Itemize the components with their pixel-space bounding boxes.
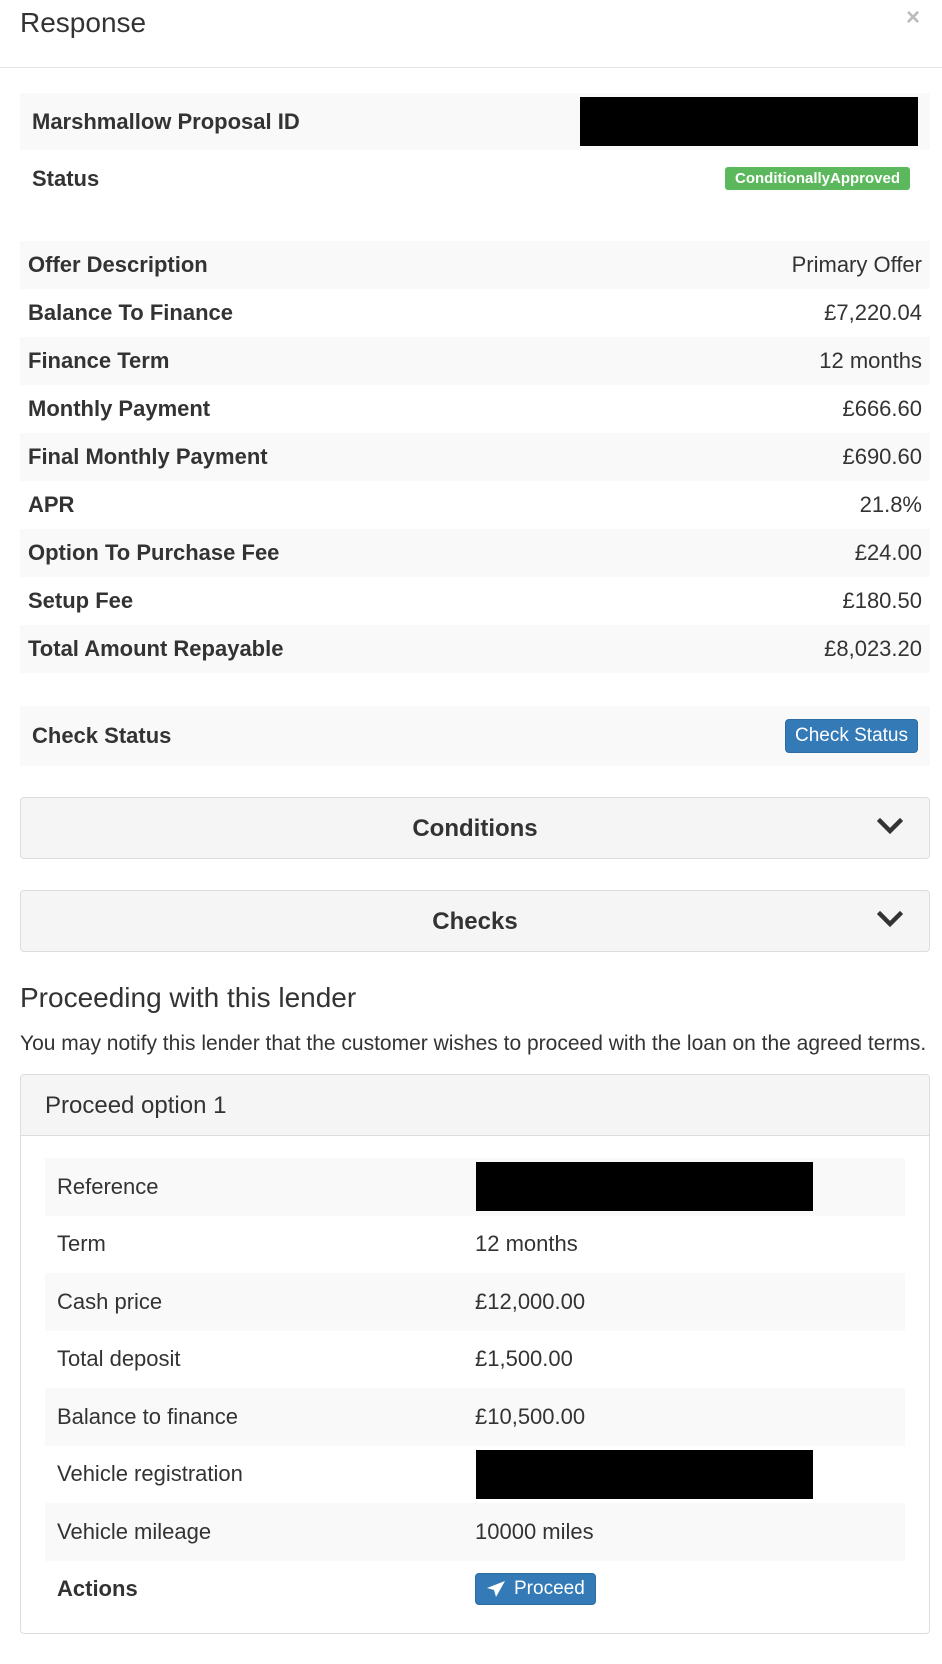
- term-label: Term: [57, 1231, 106, 1257]
- offer-row: Finance Term 12 months: [20, 337, 930, 385]
- cash-price-value: £12,000.00: [475, 1288, 586, 1314]
- vehicle-mileage-label: Vehicle mileage: [57, 1518, 212, 1544]
- chevron-down-icon: [877, 910, 903, 928]
- offer-value: £7,220.04: [824, 300, 922, 325]
- offer-label: Setup Fee: [28, 588, 134, 613]
- proposal-id-row: Marshmallow Proposal ID: [20, 93, 930, 150]
- offer-label: Balance To Finance: [28, 300, 233, 325]
- offer-row: Balance To Finance £7,220.04: [20, 289, 930, 337]
- proposal-table: Marshmallow Proposal ID Status Condition…: [20, 93, 930, 207]
- term-value: 12 months: [475, 1231, 578, 1257]
- reference-label: Reference: [57, 1173, 159, 1199]
- conditions-panel-toggle[interactable]: Conditions: [20, 797, 930, 859]
- table-row: Cash price £12,000.00: [45, 1273, 905, 1331]
- offer-label: Finance Term: [28, 348, 170, 373]
- vehicle-registration-label: Vehicle registration: [57, 1461, 243, 1487]
- offer-label: Monthly Payment: [28, 396, 211, 421]
- check-status-label: Check Status: [32, 723, 172, 748]
- offer-value: £690.60: [842, 444, 922, 469]
- offer-value: Primary Offer: [791, 252, 922, 277]
- proceeding-description: You may notify this lender that the cust…: [20, 1032, 927, 1055]
- paper-plane-icon: [487, 1581, 505, 1598]
- table-row: Vehicle registration: [45, 1446, 905, 1504]
- offer-row: Option To Purchase Fee £24.00: [20, 529, 930, 577]
- offer-value: £666.60: [842, 396, 922, 421]
- offer-row: Offer Description Primary Offer: [20, 241, 930, 289]
- balance-to-finance-label: Balance to finance: [57, 1403, 239, 1429]
- offer-label: Option To Purchase Fee: [28, 540, 280, 565]
- offer-value: £180.50: [842, 588, 922, 613]
- offer-row: Final Monthly Payment £690.60: [20, 433, 930, 481]
- checks-panel-toggle[interactable]: Checks: [20, 890, 930, 952]
- proceed-option-table: Reference Term 12 months Cash price £12,…: [21, 1136, 929, 1618]
- total-deposit-value: £1,500.00: [475, 1346, 573, 1372]
- table-row: Reference: [45, 1158, 905, 1216]
- redacted-reference: [476, 1162, 813, 1212]
- proceeding-heading: Proceeding with this lender: [20, 982, 357, 1013]
- status-row: Status ConditionallyApproved: [20, 150, 930, 207]
- check-status-button[interactable]: Check Status: [785, 719, 918, 753]
- close-icon[interactable]: ×: [906, 6, 920, 30]
- vehicle-registration-value: [475, 1449, 905, 1499]
- proceed-option-panel: Proceed option 1 Reference Term 12 month…: [20, 1074, 930, 1634]
- table-row: Actions Proceed: [45, 1561, 905, 1619]
- actions-cell: Proceed: [475, 1573, 905, 1606]
- proceed-option-title: Proceed option 1: [21, 1075, 929, 1136]
- modal-title: Response: [20, 7, 147, 38]
- offer-value: 12 months: [819, 348, 922, 373]
- proceed-button[interactable]: Proceed: [475, 1573, 596, 1606]
- modal-header: Response ×: [0, 0, 942, 68]
- cash-price-label: Cash price: [57, 1288, 163, 1314]
- proceed-label: Proceed: [514, 1578, 585, 1600]
- modal-body: Marshmallow Proposal ID Status Condition…: [0, 93, 942, 1634]
- balance-to-finance-value: £10,500.00: [475, 1403, 586, 1429]
- offer-value: 21.8%: [859, 492, 922, 517]
- status-badge: ConditionallyApproved: [725, 167, 910, 190]
- conditions-title: Conditions: [412, 815, 538, 842]
- offer-table: Offer Description Primary Offer Balance …: [20, 241, 930, 673]
- total-deposit-label: Total deposit: [57, 1346, 181, 1372]
- chevron-down-icon: [877, 817, 903, 835]
- proposal-id-label: Marshmallow Proposal ID: [32, 108, 300, 134]
- redacted-registration: [476, 1449, 813, 1499]
- offer-label: APR: [28, 492, 75, 517]
- offer-row: APR 21.8%: [20, 481, 930, 529]
- check-status-row: Check Status Check Status: [20, 706, 930, 766]
- checks-title: Checks: [432, 908, 518, 935]
- table-row: Total deposit £1,500.00: [45, 1331, 905, 1389]
- offer-value: £8,023.20: [824, 636, 922, 661]
- redacted-proposal-id: [580, 97, 918, 146]
- table-row: Balance to finance £10,500.00: [45, 1388, 905, 1446]
- actions-label: Actions: [57, 1576, 138, 1602]
- table-row: Vehicle mileage 10000 miles: [45, 1503, 905, 1561]
- offer-label: Offer Description: [28, 252, 208, 277]
- table-row: Term 12 months: [45, 1216, 905, 1274]
- offer-value: £24.00: [854, 540, 922, 565]
- offer-label: Total Amount Repayable: [28, 636, 284, 661]
- reference-value: [475, 1162, 905, 1212]
- offer-label: Final Monthly Payment: [28, 444, 268, 469]
- offer-row: Monthly Payment £666.60: [20, 385, 930, 433]
- vehicle-mileage-value: 10000 miles: [475, 1518, 594, 1544]
- status-label: Status: [32, 165, 100, 191]
- offer-row: Setup Fee £180.50: [20, 577, 930, 625]
- offer-row: Total Amount Repayable £8,023.20: [20, 625, 930, 673]
